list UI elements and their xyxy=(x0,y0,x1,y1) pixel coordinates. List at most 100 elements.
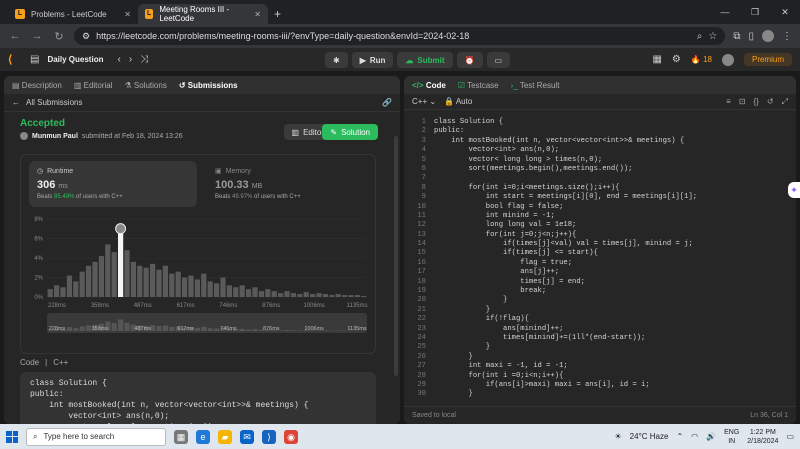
tab-test-result[interactable]: ›_ Test Result xyxy=(511,81,560,90)
browser-menu-icon[interactable]: ⋮ xyxy=(782,31,792,42)
tab-code[interactable]: </> Code xyxy=(412,81,446,90)
reset-icon[interactable]: ↺ xyxy=(767,97,774,107)
volume-icon[interactable]: 🔊 xyxy=(706,432,716,441)
clock[interactable]: 1:22 PM 2/18/2024 xyxy=(747,428,778,446)
close-window-button[interactable]: ✕ xyxy=(770,0,800,24)
url-field[interactable]: ⚙ https://leetcode.com/problems/meeting-… xyxy=(74,27,726,45)
user-name[interactable]: Munmun Paul xyxy=(32,133,78,140)
leetcode-logo-icon[interactable]: ⟨ xyxy=(8,53,22,67)
histogram-bar xyxy=(214,283,220,297)
extensions-icon[interactable]: ⧉ xyxy=(733,31,740,42)
histogram-bar xyxy=(79,271,85,297)
code-panel: </> Code ☑ Testcase ›_ Test Result C++ ⌄… xyxy=(404,76,796,424)
page-title[interactable]: Daily Question xyxy=(47,55,103,64)
edge-icon[interactable]: e xyxy=(196,429,210,444)
line-number: 27 xyxy=(417,362,426,371)
code-editor[interactable]: 1 2 3 4 5 6 7 8 9 10 11 12 13 14 15 16 17 18 19 20 21 22 23 24 2… xyxy=(404,112,796,406)
problem-list-icon[interactable]: ▤ xyxy=(30,54,39,65)
auto-mode[interactable]: 🔒 Auto xyxy=(444,97,472,106)
submitted-code-preview[interactable]: class Solution {public: int mostBooked(i… xyxy=(20,372,376,424)
file-explorer-icon[interactable]: ▰ xyxy=(218,429,232,444)
tab-description[interactable]: ▤ Description xyxy=(12,81,62,90)
search-icon: ⌕ xyxy=(33,431,38,441)
vscode-icon[interactable]: ⟩ xyxy=(262,429,276,444)
premium-button[interactable]: Premium xyxy=(743,53,792,66)
solution-button[interactable]: ✎ Solution xyxy=(322,124,378,140)
minimap-label: 1006ms xyxy=(304,326,324,332)
mail-icon[interactable]: ✉ xyxy=(240,429,254,444)
line-number: 13 xyxy=(417,230,426,239)
minimap-bar xyxy=(118,319,124,331)
histogram-bar xyxy=(354,295,360,297)
settings-gear-icon[interactable]: ⚙ xyxy=(672,54,681,65)
taskbar-search[interactable]: ⌕ Type here to search xyxy=(26,427,166,446)
reload-icon[interactable]: ↻ xyxy=(52,30,66,43)
minimap-bar xyxy=(111,322,117,331)
saved-status: Saved to local xyxy=(412,412,456,419)
streak-badge[interactable]: 🔥 18 xyxy=(691,55,712,64)
all-submissions-link[interactable]: All Submissions xyxy=(26,98,82,107)
layout-icon[interactable]: ▦ xyxy=(652,54,661,65)
notes-button[interactable]: ▭ xyxy=(486,52,511,68)
y-tick-label: 2% xyxy=(34,276,43,282)
note-icon: ▭ xyxy=(494,55,503,65)
stats-box: ◷ Runtime 306 ms Beats 85.49% of users wi… xyxy=(20,154,376,354)
close-tab-icon[interactable]: ✕ xyxy=(254,10,261,19)
format-icon[interactable]: ≡ xyxy=(726,97,731,107)
histogram-bar xyxy=(252,287,258,297)
prev-problem-icon[interactable]: ‹ xyxy=(117,54,120,65)
minimize-button[interactable]: ― xyxy=(710,0,740,24)
windows-start-icon[interactable] xyxy=(6,430,18,443)
user-avatar[interactable] xyxy=(721,53,734,66)
browser-tab-problems[interactable]: L Problems - LeetCode ✕ xyxy=(8,4,138,24)
histogram-bar xyxy=(278,293,284,297)
profile-avatar[interactable] xyxy=(762,30,774,42)
forward-arrow-icon[interactable]: → xyxy=(30,30,44,42)
braces-icon[interactable]: {} xyxy=(754,97,759,107)
browser-tab-meeting-rooms[interactable]: L Meeting Rooms III - LeetCode ✕ xyxy=(138,4,268,24)
histogram-bar xyxy=(92,261,98,297)
runtime-distribution-chart[interactable]: 8% 6% 4% 2% 0% 228ms 358ms 487ms 617ms 746ms 876ms… xyxy=(21,213,377,353)
timer-button[interactable]: ⏰ xyxy=(456,52,483,68)
code-lines[interactable]: class Solution {public: int mostBooked(i… xyxy=(434,118,697,400)
close-tab-icon[interactable]: ✕ xyxy=(124,10,131,19)
tab-solutions[interactable]: ⚗ Solutions xyxy=(125,81,167,90)
share-link-icon[interactable]: 🔗 xyxy=(382,98,392,107)
minimap-bar xyxy=(201,326,207,331)
runtime-card[interactable]: ◷ Runtime 306 ms Beats 85.49% of users wi… xyxy=(29,161,197,207)
wifi-icon[interactable]: ◠ xyxy=(691,432,698,441)
submit-button[interactable]: ☁ Submit xyxy=(397,52,453,68)
memory-card[interactable]: ▣ Memory 100.33 MB Beats 49.97% of users … xyxy=(207,161,367,207)
back-arrow-icon[interactable]: ← xyxy=(8,30,22,42)
tab-testcase[interactable]: ☑ Testcase xyxy=(458,81,499,90)
tab-submissions[interactable]: ↺ Submissions xyxy=(179,81,238,90)
minimap-bar xyxy=(79,326,85,331)
chrome-icon[interactable]: ◉ xyxy=(284,429,298,444)
code-line: if(ans[i]>maxi) maxi = ans[i], id = i; xyxy=(434,380,650,389)
weather-text[interactable]: 24°C Haze xyxy=(630,432,669,441)
site-info-icon[interactable]: ⚙ xyxy=(82,31,90,42)
sidebar-icon[interactable]: ▯ xyxy=(748,31,754,42)
left-scrollbar[interactable] xyxy=(394,136,398,376)
x-tick-label: 617ms xyxy=(177,303,195,309)
bookmark-star-icon[interactable]: ☆ xyxy=(708,31,717,42)
zoom-search-icon[interactable]: ⌕ xyxy=(697,31,703,42)
ai-sparkle-icon[interactable]: ✦ xyxy=(788,182,800,198)
debug-button[interactable]: ✱ xyxy=(325,52,348,68)
bookmark-icon[interactable]: ⊡ xyxy=(739,97,746,107)
shuffle-icon[interactable]: ⤨ xyxy=(140,54,148,65)
tray-chevron-icon[interactable]: ⌃ xyxy=(676,432,683,441)
weather-icon[interactable]: ☀ xyxy=(615,432,622,441)
back-arrow-icon[interactable]: ← xyxy=(12,98,20,107)
task-view-icon[interactable]: ▦ xyxy=(174,429,188,444)
tab-editorial[interactable]: ▥ Editorial xyxy=(74,81,113,90)
run-button[interactable]: ▶ Run xyxy=(351,52,394,68)
new-tab-button[interactable]: + xyxy=(274,7,281,21)
language-select[interactable]: C++ ⌄ xyxy=(412,97,436,106)
next-problem-icon[interactable]: › xyxy=(129,54,132,65)
notification-icon[interactable]: ▭ xyxy=(786,432,794,441)
maximize-button[interactable]: ❐ xyxy=(740,0,770,24)
fullscreen-icon[interactable]: ⤢ xyxy=(782,97,788,107)
chip-icon: ▣ xyxy=(215,168,222,175)
language-indicator[interactable]: ENG IN xyxy=(724,428,739,446)
